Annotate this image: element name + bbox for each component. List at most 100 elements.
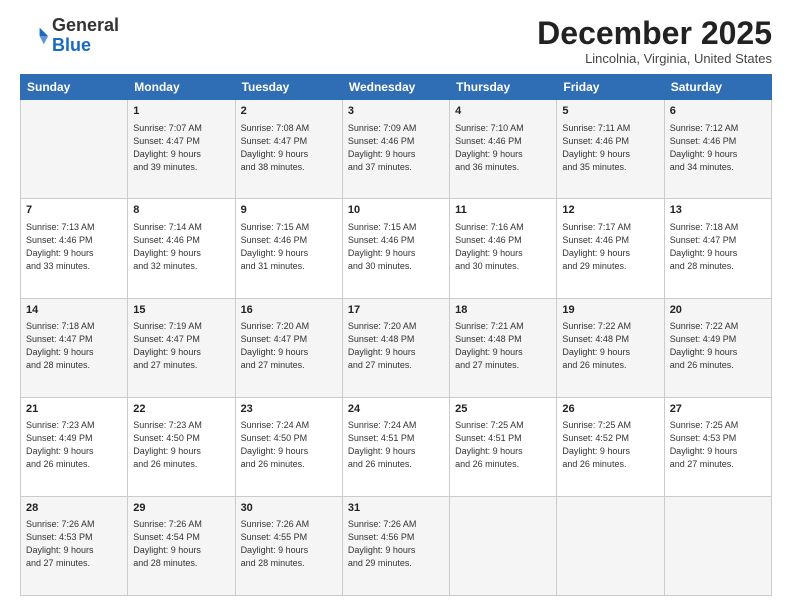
cell-info: Sunrise: 7:11 AMSunset: 4:46 PMDaylight:…	[562, 122, 658, 174]
cell-info: Sunrise: 7:18 AMSunset: 4:47 PMDaylight:…	[26, 320, 122, 372]
cell-info: Sunrise: 7:26 AMSunset: 4:54 PMDaylight:…	[133, 518, 229, 570]
day-number: 15	[133, 303, 229, 318]
calendar-cell: 24 Sunrise: 7:24 AMSunset: 4:51 PMDayligh…	[342, 397, 449, 496]
calendar-week-row: 21 Sunrise: 7:23 AMSunset: 4:49 PMDayligh…	[21, 397, 772, 496]
calendar-week-row: 28Sunrise: 7:26 AMSunset: 4:53 PMDayligh…	[21, 496, 772, 595]
calendar-cell	[21, 100, 128, 199]
day-number: 18	[455, 303, 551, 318]
cell-info: Sunrise: 7:22 AMSunset: 4:48 PMDaylight:…	[562, 320, 658, 372]
day-number: 16	[241, 303, 337, 318]
calendar-cell: 30Sunrise: 7:26 AMSunset: 4:55 PMDayligh…	[235, 496, 342, 595]
cell-info: Sunrise: 7:21 AMSunset: 4:48 PMDaylight:…	[455, 320, 551, 372]
day-number: 19	[562, 303, 658, 318]
cell-info: Sunrise: 7:18 AMSunset: 4:47 PMDaylight:…	[670, 221, 766, 273]
cell-info: Sunrise: 7:25 AMSunset: 4:53 PMDaylight:…	[670, 419, 766, 471]
page: General Blue December 2025 Lincolnia, Vi…	[0, 0, 792, 612]
day-number: 10	[348, 203, 444, 218]
day-number: 20	[670, 303, 766, 318]
calendar-cell	[664, 496, 771, 595]
calendar-cell: 21 Sunrise: 7:23 AMSunset: 4:49 PMDayligh…	[21, 397, 128, 496]
calendar-cell: 7 Sunrise: 7:13 AMSunset: 4:46 PMDaylight…	[21, 199, 128, 298]
calendar-cell: 6Sunrise: 7:12 AMSunset: 4:46 PMDaylight…	[664, 100, 771, 199]
day-number: 29	[133, 501, 229, 516]
logo-icon	[20, 22, 48, 50]
cell-info: Sunrise: 7:09 AMSunset: 4:46 PMDaylight:…	[348, 122, 444, 174]
cell-info: Sunrise: 7:25 AMSunset: 4:52 PMDaylight:…	[562, 419, 658, 471]
cell-info: Sunrise: 7:13 AMSunset: 4:46 PMDaylight:…	[26, 221, 122, 273]
weekday-header: Sunday	[21, 75, 128, 100]
location: Lincolnia, Virginia, United States	[537, 51, 772, 66]
calendar-week-row: 1Sunrise: 7:07 AMSunset: 4:47 PMDaylight…	[21, 100, 772, 199]
title-block: December 2025 Lincolnia, Virginia, Unite…	[537, 16, 772, 66]
cell-info: Sunrise: 7:10 AMSunset: 4:46 PMDaylight:…	[455, 122, 551, 174]
day-number: 26	[562, 402, 658, 417]
weekday-header: Tuesday	[235, 75, 342, 100]
cell-info: Sunrise: 7:23 AMSunset: 4:49 PMDaylight:…	[26, 419, 122, 471]
cell-info: Sunrise: 7:20 AMSunset: 4:47 PMDaylight:…	[241, 320, 337, 372]
calendar-week-row: 7 Sunrise: 7:13 AMSunset: 4:46 PMDaylight…	[21, 199, 772, 298]
calendar-cell: 29 Sunrise: 7:26 AMSunset: 4:54 PMDayligh…	[128, 496, 235, 595]
calendar-cell: 11 Sunrise: 7:16 AMSunset: 4:46 PMDayligh…	[450, 199, 557, 298]
calendar-cell	[450, 496, 557, 595]
day-number: 1	[133, 104, 229, 119]
logo-general: General	[52, 15, 119, 35]
day-number: 30	[241, 501, 337, 516]
day-number: 6	[670, 104, 766, 119]
day-number: 25	[455, 402, 551, 417]
day-number: 17	[348, 303, 444, 318]
cell-info: Sunrise: 7:20 AMSunset: 4:48 PMDaylight:…	[348, 320, 444, 372]
month-title: December 2025	[537, 16, 772, 51]
calendar-cell: 17 Sunrise: 7:20 AMSunset: 4:48 PMDayligh…	[342, 298, 449, 397]
calendar-cell	[557, 496, 664, 595]
calendar-cell: 9Sunrise: 7:15 AMSunset: 4:46 PMDaylight…	[235, 199, 342, 298]
weekday-header: Thursday	[450, 75, 557, 100]
weekday-header-row: SundayMondayTuesdayWednesdayThursdayFrid…	[21, 75, 772, 100]
calendar-week-row: 14 Sunrise: 7:18 AMSunset: 4:47 PMDayligh…	[21, 298, 772, 397]
day-number: 24	[348, 402, 444, 417]
day-number: 8	[133, 203, 229, 218]
calendar-cell: 18 Sunrise: 7:21 AMSunset: 4:48 PMDayligh…	[450, 298, 557, 397]
calendar-cell: 16 Sunrise: 7:20 AMSunset: 4:47 PMDayligh…	[235, 298, 342, 397]
cell-info: Sunrise: 7:26 AMSunset: 4:56 PMDaylight:…	[348, 518, 444, 570]
cell-info: Sunrise: 7:26 AMSunset: 4:53 PMDaylight:…	[26, 518, 122, 570]
calendar-cell: 27Sunrise: 7:25 AMSunset: 4:53 PMDayligh…	[664, 397, 771, 496]
logo: General Blue	[20, 16, 119, 56]
calendar-table: SundayMondayTuesdayWednesdayThursdayFrid…	[20, 74, 772, 596]
calendar-cell: 19 Sunrise: 7:22 AMSunset: 4:48 PMDayligh…	[557, 298, 664, 397]
calendar-cell: 4Sunrise: 7:10 AMSunset: 4:46 PMDaylight…	[450, 100, 557, 199]
day-number: 13	[670, 203, 766, 218]
day-number: 14	[26, 303, 122, 318]
calendar-cell: 10Sunrise: 7:15 AMSunset: 4:46 PMDayligh…	[342, 199, 449, 298]
calendar-cell: 14 Sunrise: 7:18 AMSunset: 4:47 PMDayligh…	[21, 298, 128, 397]
calendar-cell: 20 Sunrise: 7:22 AMSunset: 4:49 PMDayligh…	[664, 298, 771, 397]
calendar-cell: 26 Sunrise: 7:25 AMSunset: 4:52 PMDayligh…	[557, 397, 664, 496]
day-number: 9	[241, 203, 337, 218]
cell-info: Sunrise: 7:25 AMSunset: 4:51 PMDaylight:…	[455, 419, 551, 471]
day-number: 3	[348, 104, 444, 119]
day-number: 31	[348, 501, 444, 516]
calendar-cell: 8Sunrise: 7:14 AMSunset: 4:46 PMDaylight…	[128, 199, 235, 298]
calendar-cell: 28Sunrise: 7:26 AMSunset: 4:53 PMDayligh…	[21, 496, 128, 595]
cell-info: Sunrise: 7:24 AMSunset: 4:51 PMDaylight:…	[348, 419, 444, 471]
cell-info: Sunrise: 7:08 AMSunset: 4:47 PMDaylight:…	[241, 122, 337, 174]
calendar-cell: 23 Sunrise: 7:24 AMSunset: 4:50 PMDayligh…	[235, 397, 342, 496]
day-number: 12	[562, 203, 658, 218]
calendar-cell: 3 Sunrise: 7:09 AMSunset: 4:46 PMDaylight…	[342, 100, 449, 199]
cell-info: Sunrise: 7:17 AMSunset: 4:46 PMDaylight:…	[562, 221, 658, 273]
cell-info: Sunrise: 7:16 AMSunset: 4:46 PMDaylight:…	[455, 221, 551, 273]
day-number: 2	[241, 104, 337, 119]
calendar-cell: 15Sunrise: 7:19 AMSunset: 4:47 PMDayligh…	[128, 298, 235, 397]
day-number: 23	[241, 402, 337, 417]
cell-info: Sunrise: 7:24 AMSunset: 4:50 PMDaylight:…	[241, 419, 337, 471]
header: General Blue December 2025 Lincolnia, Vi…	[20, 16, 772, 66]
day-number: 7	[26, 203, 122, 218]
calendar-cell: 25 Sunrise: 7:25 AMSunset: 4:51 PMDayligh…	[450, 397, 557, 496]
calendar-cell: 2 Sunrise: 7:08 AMSunset: 4:47 PMDaylight…	[235, 100, 342, 199]
day-number: 22	[133, 402, 229, 417]
logo-text: General Blue	[52, 16, 119, 56]
day-number: 21	[26, 402, 122, 417]
calendar-cell: 31 Sunrise: 7:26 AMSunset: 4:56 PMDayligh…	[342, 496, 449, 595]
cell-info: Sunrise: 7:22 AMSunset: 4:49 PMDaylight:…	[670, 320, 766, 372]
day-number: 11	[455, 203, 551, 218]
weekday-header: Saturday	[664, 75, 771, 100]
